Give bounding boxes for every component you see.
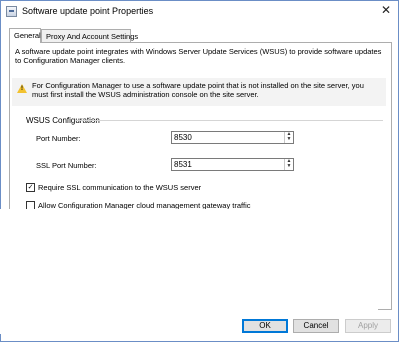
port-number-spin-buttons: ▲ ▼: [284, 132, 293, 143]
port-number-label: Port Number:: [36, 134, 81, 143]
port-number-value[interactable]: 8530: [174, 133, 192, 143]
properties-window-icon: [6, 6, 17, 17]
info-text: For Configuration Manager to use a softw…: [32, 81, 364, 99]
tab-general[interactable]: General: [9, 28, 41, 43]
ok-button[interactable]: OK: [242, 319, 288, 333]
port-number-stepper[interactable]: 8530 ▲ ▼: [171, 131, 294, 144]
info-bar: ! For Configuration Manager to use a sof…: [12, 78, 386, 106]
tab-proxy-and-account-settings[interactable]: Proxy And Account Settings: [41, 29, 138, 42]
spin-down-icon[interactable]: ▼: [285, 164, 293, 169]
ssl-port-number-stepper[interactable]: 8531 ▲ ▼: [171, 158, 294, 171]
group-divider: [76, 120, 383, 121]
blank-overlay: [0, 209, 378, 334]
warning-mark: !: [21, 86, 23, 92]
ssl-port-number-spin-buttons: ▲ ▼: [284, 159, 293, 170]
cancel-button[interactable]: Cancel: [293, 319, 339, 333]
title-bar[interactable]: Software update point Properties ✕: [1, 1, 398, 23]
intro-text: A software update point integrates with …: [15, 47, 382, 65]
close-icon[interactable]: ✕: [376, 1, 396, 19]
require-ssl-label[interactable]: Require SSL communication to the WSUS se…: [38, 183, 201, 192]
window-title: Software update point Properties: [22, 6, 154, 16]
require-ssl-checkbox[interactable]: ✓: [26, 183, 35, 192]
spin-down-icon[interactable]: ▼: [285, 137, 293, 142]
apply-button[interactable]: Apply: [345, 319, 391, 333]
ssl-port-number-label: SSL Port Number:: [36, 161, 97, 170]
ssl-port-number-value[interactable]: 8531: [174, 160, 192, 170]
